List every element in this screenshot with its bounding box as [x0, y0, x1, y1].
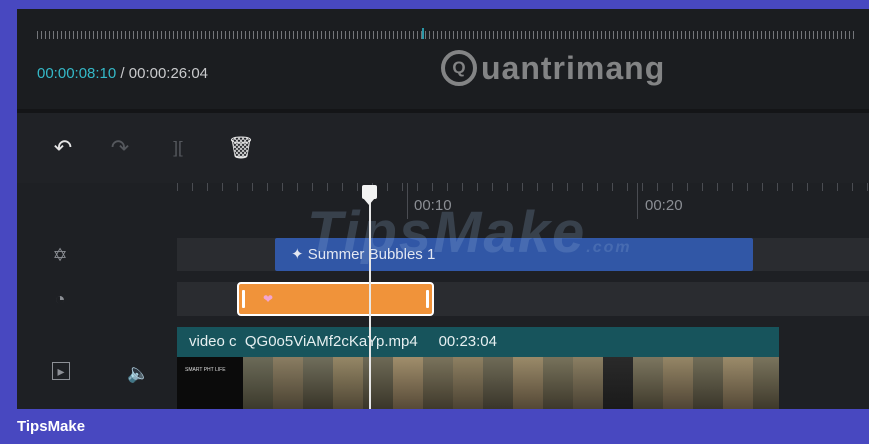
video-filmstrip[interactable]: SMART PHT LIFE	[177, 357, 779, 409]
sticker-track-icon: ✡	[52, 245, 68, 265]
timeline-toolbar: ↶ ↷ ][ 🗑	[17, 113, 869, 183]
watermark-logo-icon: Q	[441, 50, 477, 86]
video-filename: QG0o5ViAMf2cKaYp.mp4	[244, 333, 418, 350]
volume-icon[interactable]: 🔈	[127, 362, 149, 384]
video-clip-prefix: video c	[189, 333, 237, 350]
video-thumbnail: SMART PHT LIFE	[177, 357, 243, 409]
effect-track-icon: ◔	[54, 289, 66, 309]
time-display: 00:00:08:10 / 00:00:26:04	[37, 65, 208, 82]
quantrimang-watermark: Q uantrimang	[441, 43, 665, 93]
thumbnail-text: SMART PHT LIFE	[185, 367, 226, 373]
video-thumbnail	[513, 357, 543, 409]
tipsmake-watermark: TipsMake.com	[307, 199, 632, 266]
playhead-handle[interactable]	[362, 185, 377, 205]
video-thumbnail	[543, 357, 573, 409]
total-time: 00:00:26:04	[128, 65, 209, 82]
undo-icon[interactable]: ↶	[50, 135, 76, 161]
split-icon[interactable]: ][	[165, 135, 191, 161]
current-time: 00:00:08:10	[37, 65, 117, 82]
playhead-line[interactable]	[369, 197, 371, 409]
redo-icon[interactable]: ↷	[107, 135, 133, 161]
time-separator: /	[116, 65, 129, 82]
footer-bar: TipsMake	[0, 409, 869, 444]
video-thumbnail	[693, 357, 723, 409]
video-thumbnail	[423, 357, 453, 409]
video-thumbnail	[483, 357, 513, 409]
video-track-icon: ▸	[52, 362, 70, 380]
clip-right-handle[interactable]	[426, 290, 429, 308]
video-thumbnail	[453, 357, 483, 409]
footer-brand: TipsMake	[17, 418, 86, 435]
video-editor: 00:00:08:10 / 00:00:26:04 Q uantrimang ↶…	[17, 9, 869, 409]
video-thumbnail	[273, 357, 303, 409]
delete-icon[interactable]: 🗑	[227, 135, 255, 161]
watermark-text: uantrimang	[481, 49, 666, 86]
video-thumbnail	[633, 357, 663, 409]
video-thumbnail	[603, 357, 633, 409]
video-thumbnail	[753, 357, 779, 409]
scrub-ticks[interactable]	[37, 28, 857, 39]
preview-bar: 00:00:08:10 / 00:00:26:04 Q uantrimang	[17, 9, 869, 109]
ruler-major-tick	[637, 183, 638, 219]
sparkle-icon: ✦	[291, 246, 304, 263]
heart-icon: ❤	[263, 292, 274, 306]
ruler-label: 00:20	[645, 197, 683, 214]
scrub-position-marker	[422, 28, 424, 39]
ruler-minor-ticks	[177, 183, 869, 191]
watermark-name: TipsMake	[307, 200, 587, 265]
video-thumbnail	[723, 357, 753, 409]
video-clip-header[interactable]: video c QG0o5ViAMf2cKaYp.mp4 00:23:04	[177, 327, 779, 357]
clip-left-handle[interactable]	[242, 290, 245, 308]
video-thumbnail	[243, 357, 273, 409]
video-duration: 00:23:04	[438, 333, 497, 350]
video-thumbnail	[393, 357, 423, 409]
video-thumbnail	[363, 357, 393, 409]
watermark-suffix: .com	[586, 239, 632, 256]
effect-clip[interactable]: ❤	[237, 282, 434, 316]
video-thumbnail	[663, 357, 693, 409]
video-thumbnail	[333, 357, 363, 409]
video-thumbnail	[303, 357, 333, 409]
video-thumbnail	[573, 357, 603, 409]
